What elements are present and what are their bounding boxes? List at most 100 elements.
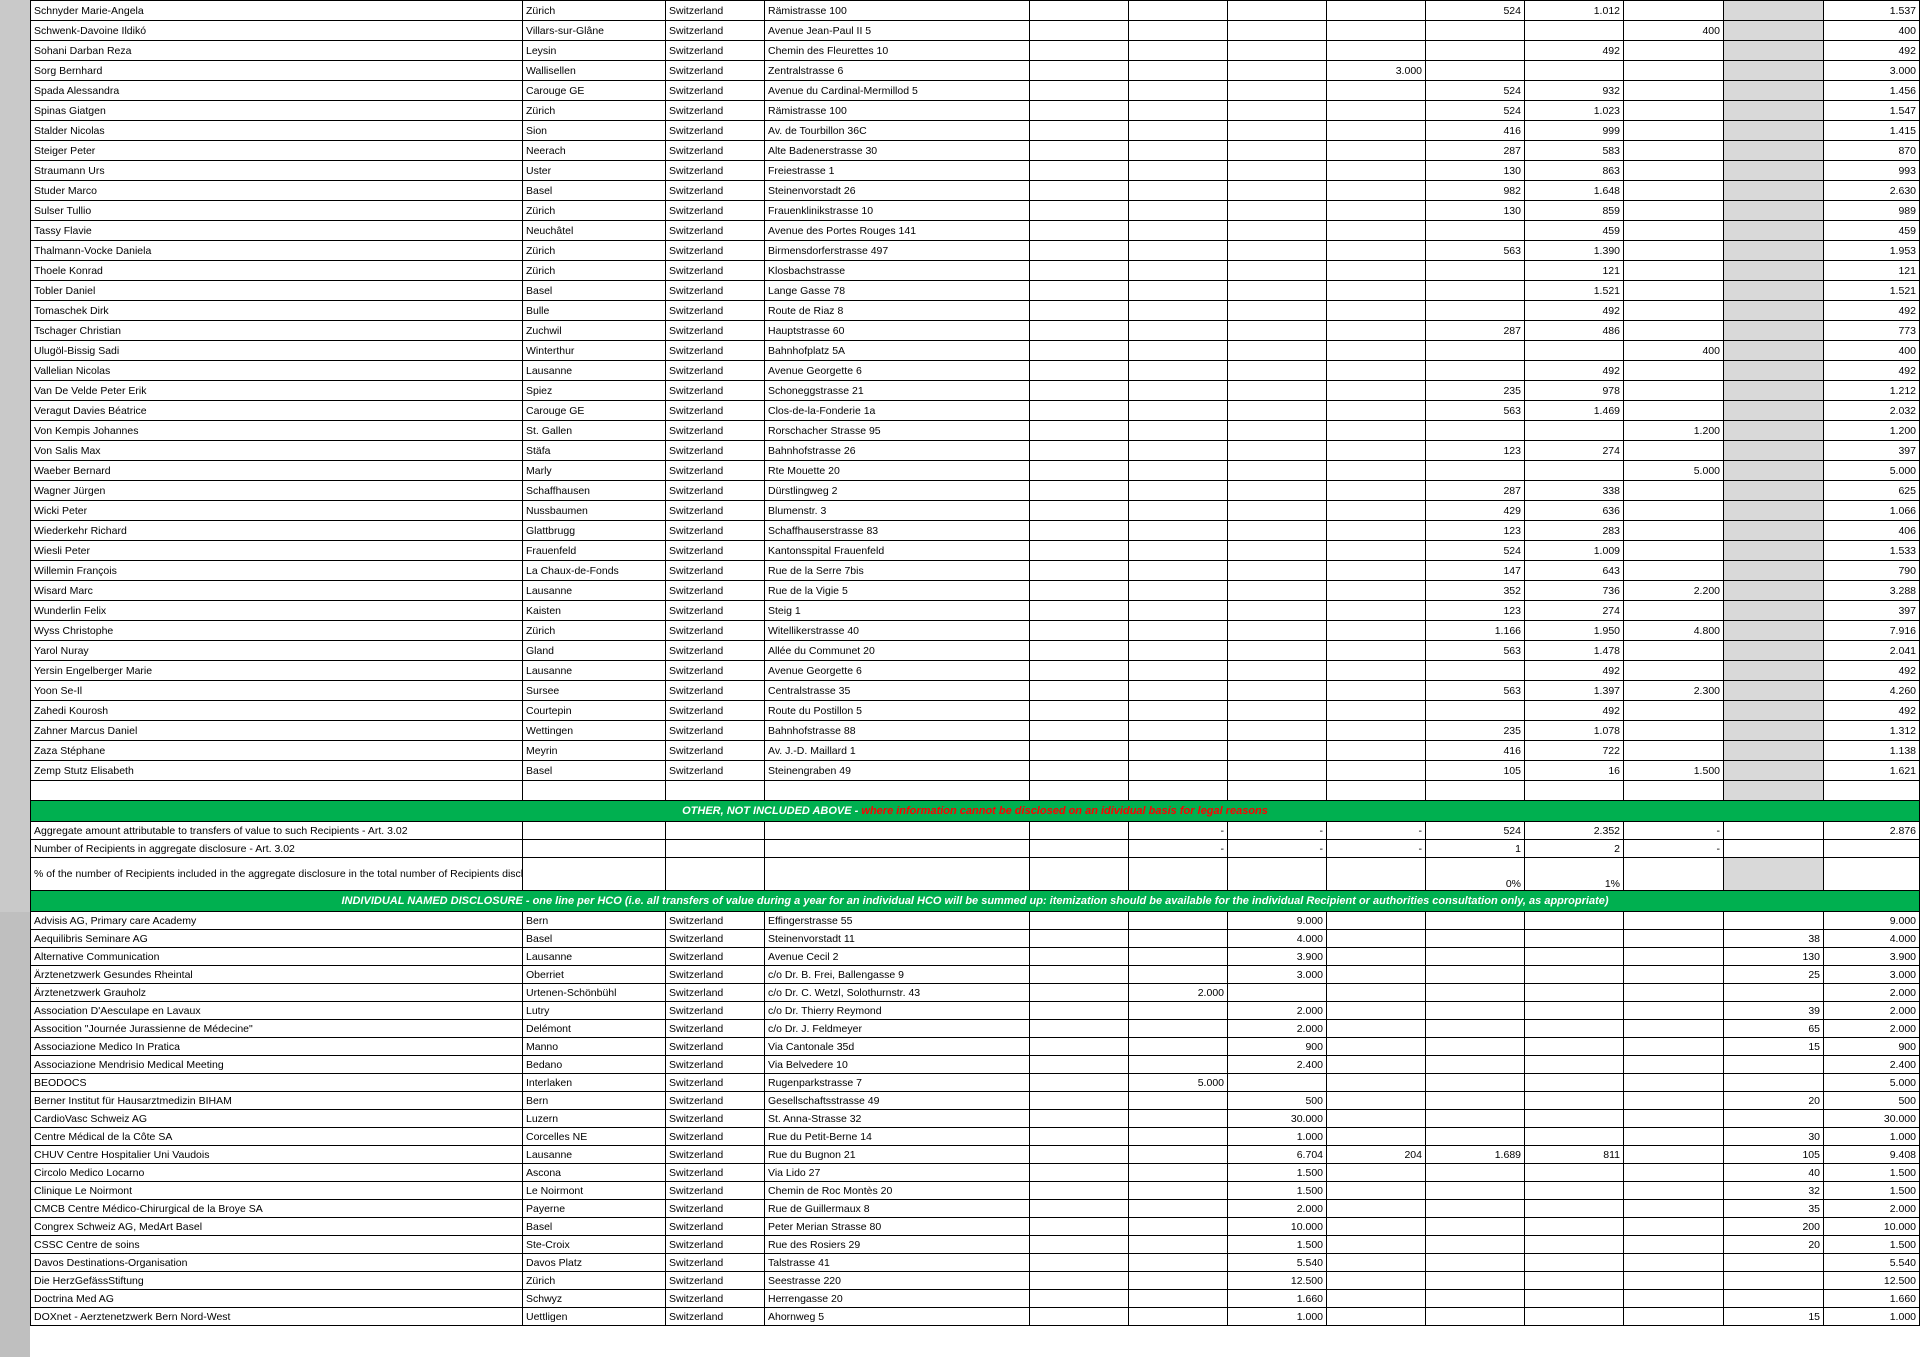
value-cell bbox=[1326, 760, 1426, 781]
value-cell bbox=[1524, 965, 1624, 984]
blank-cell bbox=[522, 821, 666, 840]
value-cell bbox=[1326, 620, 1426, 641]
organisation-address: St. Anna-Strasse 32 bbox=[764, 1109, 1030, 1128]
organisation-country: Switzerland bbox=[665, 1145, 765, 1164]
section-title: INDIVIDUAL NAMED DISCLOSURE - one line p… bbox=[30, 890, 1920, 912]
value-cell bbox=[1326, 1307, 1426, 1326]
spreadsheet: Schnyder Marie-Angela Zürich Switzerland Rä… bbox=[0, 0, 1920, 1357]
value-cell bbox=[1723, 540, 1824, 561]
table-row: Thoele Konrad Zürich Switzerland Klosbachst… bbox=[30, 260, 1920, 281]
blank-cell bbox=[1029, 1037, 1129, 1056]
organisation-country: Switzerland bbox=[665, 911, 765, 930]
total-cell: 1.212 bbox=[1823, 380, 1920, 401]
recipient-country: Switzerland bbox=[665, 140, 765, 161]
value-cell bbox=[1227, 180, 1327, 201]
value-cell bbox=[1128, 760, 1228, 781]
recipient-country: Switzerland bbox=[665, 520, 765, 541]
value-cell bbox=[1227, 600, 1327, 621]
total-cell: 12.500 bbox=[1823, 1271, 1920, 1290]
value-cell bbox=[1425, 340, 1525, 361]
value-cell bbox=[1723, 1271, 1824, 1290]
table-row: Congrex Schweiz AG, MedArt Basel Basel Swi… bbox=[30, 1217, 1920, 1236]
value-cell bbox=[1029, 260, 1129, 281]
value-cell bbox=[1524, 1037, 1624, 1056]
value-cell bbox=[1128, 580, 1228, 601]
organisation-address: Peter Merian Strasse 80 bbox=[764, 1217, 1030, 1236]
recipient-city: Meyrin bbox=[522, 740, 666, 761]
blank-cell bbox=[1029, 857, 1129, 891]
total-cell: 2.000 bbox=[1823, 983, 1920, 1002]
value-cell bbox=[1524, 911, 1624, 930]
value-cell bbox=[1128, 0, 1228, 21]
value-cell bbox=[1425, 1127, 1525, 1146]
recipient-city: La Chaux-de-Fonds bbox=[522, 560, 666, 581]
value-cell bbox=[1227, 560, 1327, 581]
table-row: Davos Destinations-Organisation Davos Pla… bbox=[30, 1253, 1920, 1272]
value-cell: 636 bbox=[1524, 500, 1624, 521]
value-cell bbox=[1723, 460, 1824, 481]
value-cell bbox=[1326, 1217, 1426, 1236]
organisation-address: Avenue Cecil 2 bbox=[764, 947, 1030, 966]
blank-cell bbox=[764, 857, 1030, 891]
value-cell bbox=[1227, 680, 1327, 701]
value-cell bbox=[1326, 580, 1426, 601]
recipient-city: Wallisellen bbox=[522, 60, 666, 81]
value-cell: 4.800 bbox=[1623, 620, 1724, 641]
total-cell: 400 bbox=[1823, 20, 1920, 41]
value-cell bbox=[1128, 280, 1228, 301]
value-cell bbox=[1326, 200, 1426, 221]
total-cell: 10.000 bbox=[1823, 1217, 1920, 1236]
value-cell: 3.000 bbox=[1326, 60, 1426, 81]
table-row: Ulugöl-Bissig Sadi Winterthur Switzerland B… bbox=[30, 340, 1920, 361]
value-cell bbox=[1326, 240, 1426, 261]
table-row: Von Kempis Johannes St. Gallen Switzerland… bbox=[30, 420, 1920, 441]
value-cell bbox=[1128, 460, 1228, 481]
recipient-city: Kaisten bbox=[522, 600, 666, 621]
value-cell bbox=[1723, 320, 1824, 341]
value-cell bbox=[1227, 20, 1327, 41]
recipient-name: Tassy Flavie bbox=[30, 220, 523, 241]
recipient-name: Yersin Engelberger Marie bbox=[30, 660, 523, 681]
organisation-address: Rue du Bugnon 21 bbox=[764, 1145, 1030, 1164]
total-cell: 4.000 bbox=[1823, 929, 1920, 948]
value-cell: 563 bbox=[1425, 240, 1525, 261]
recipient-city: Wettingen bbox=[522, 720, 666, 741]
value-cell bbox=[1128, 420, 1228, 441]
value-cell bbox=[1425, 1073, 1525, 1092]
value-cell bbox=[1326, 983, 1426, 1002]
value-cell bbox=[1029, 460, 1129, 481]
recipient-address: Klosbachstrasse bbox=[764, 260, 1030, 281]
value-cell: 524 bbox=[1425, 0, 1525, 21]
table-row: Yersin Engelberger Marie Lausanne Switzerl… bbox=[30, 660, 1920, 681]
left-gutter-lower bbox=[0, 912, 30, 1357]
organisation-city: Basel bbox=[522, 929, 666, 948]
value-cell bbox=[1425, 911, 1525, 930]
value-cell bbox=[1425, 1217, 1525, 1236]
value-cell bbox=[1227, 140, 1327, 161]
total-cell: 1.000 bbox=[1823, 1307, 1920, 1326]
aggregate-count-row: Number of Recipients in aggregate disclo… bbox=[30, 839, 1920, 858]
aggregate-label: % of the number of Recipients included i… bbox=[30, 857, 523, 891]
organisation-country: Switzerland bbox=[665, 1073, 765, 1092]
disclosure-table: Schnyder Marie-Angela Zürich Switzerland Rä… bbox=[30, 0, 1920, 1326]
value-cell bbox=[1425, 1235, 1525, 1254]
organisation-city: Lausanne bbox=[522, 947, 666, 966]
recipient-name: Thoele Konrad bbox=[30, 260, 523, 281]
aggregate-value: 524 bbox=[1425, 821, 1525, 840]
organisation-address: Rue des Rosiers 29 bbox=[764, 1235, 1030, 1254]
table-row: CHUV Centre Hospitalier Uni Vaudois Lausa… bbox=[30, 1145, 1920, 1164]
value-cell bbox=[1128, 360, 1228, 381]
value-cell bbox=[1326, 947, 1426, 966]
total-cell: 3.000 bbox=[1823, 965, 1920, 984]
total-cell: 4.260 bbox=[1823, 680, 1920, 701]
value-cell bbox=[1623, 400, 1724, 421]
value-cell bbox=[1326, 420, 1426, 441]
value-cell: 400 bbox=[1623, 340, 1724, 361]
value-cell bbox=[1326, 1001, 1426, 1020]
value-cell bbox=[1326, 380, 1426, 401]
aggregate-value bbox=[1227, 857, 1327, 891]
organisation-city: Oberriet bbox=[522, 965, 666, 984]
value-cell bbox=[1128, 560, 1228, 581]
value-cell bbox=[1623, 1253, 1724, 1272]
value-cell bbox=[1029, 620, 1129, 641]
